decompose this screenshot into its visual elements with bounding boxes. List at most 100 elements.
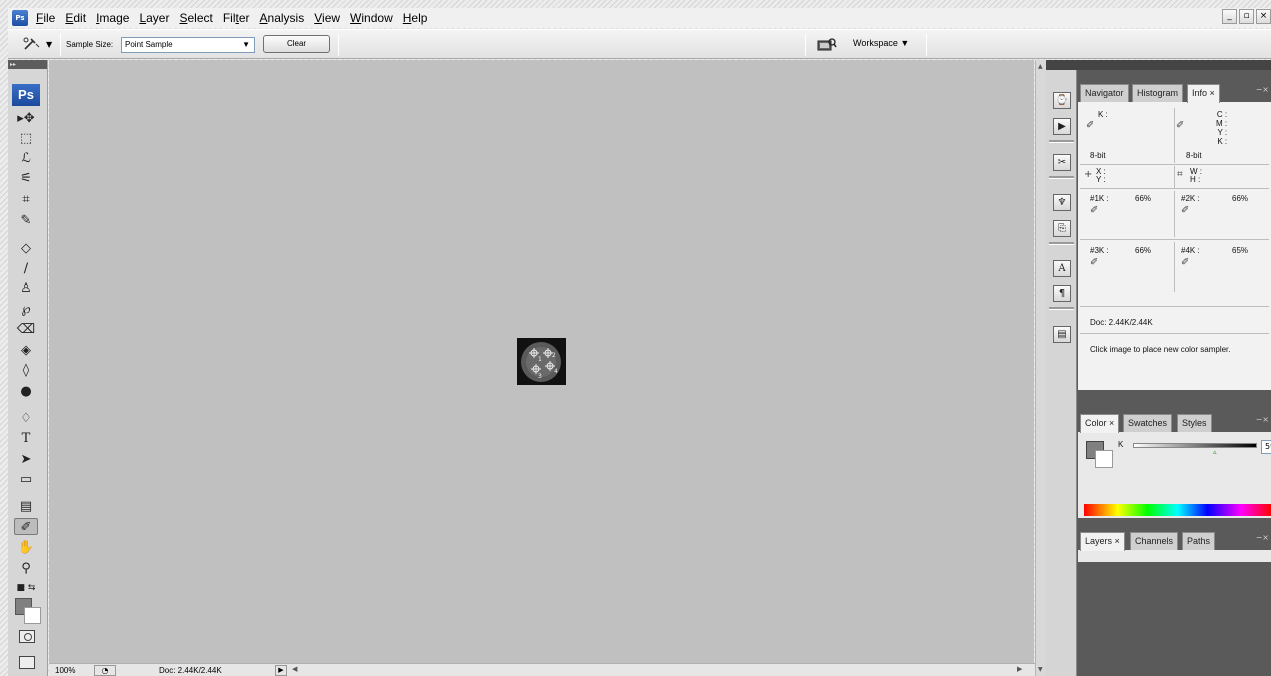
tool-presets-icon[interactable]: ✂ bbox=[1053, 154, 1071, 171]
crop-tool-icon[interactable]: ⌗ bbox=[14, 191, 38, 208]
dodge-tool-icon[interactable]: ● bbox=[14, 383, 38, 400]
status-info-icon[interactable]: ◔ bbox=[94, 665, 116, 676]
history-icon[interactable]: ⌚ bbox=[1053, 92, 1071, 109]
layer-comps-icon[interactable]: ▤ bbox=[1053, 326, 1071, 343]
restore-button[interactable]: ▫ bbox=[1239, 9, 1254, 24]
color-spectrum-bar[interactable] bbox=[1084, 504, 1271, 516]
marquee-tool-icon[interactable]: ⬚ bbox=[14, 130, 38, 147]
k-value-field[interactable]: 59 bbox=[1261, 440, 1271, 454]
hand-tool-icon[interactable]: ✋ bbox=[14, 539, 38, 556]
options-separator bbox=[805, 34, 806, 56]
workspace-icon[interactable] bbox=[817, 36, 837, 52]
character-icon[interactable]: A bbox=[1053, 260, 1071, 277]
workspace-menu-button[interactable]: Workspace ▼ bbox=[853, 38, 909, 48]
notes-tool-icon[interactable]: ▤ bbox=[14, 498, 38, 515]
blur-tool-icon[interactable]: ◊ bbox=[14, 362, 38, 379]
menu-window[interactable]: Window bbox=[346, 11, 399, 25]
tools-panel-header[interactable]: ▸▸ bbox=[8, 60, 47, 69]
tab-swatches[interactable]: Swatches bbox=[1123, 414, 1173, 432]
clear-button[interactable]: Clear bbox=[263, 35, 330, 53]
eraser-tool-icon[interactable]: ⌫ bbox=[14, 321, 38, 338]
type-tool-icon[interactable]: T bbox=[14, 430, 38, 447]
menu-file[interactable]: File bbox=[32, 11, 61, 25]
move-tool-icon[interactable]: ▸✥ bbox=[14, 110, 38, 127]
zoom-tool-icon[interactable]: ⚲ bbox=[14, 560, 38, 577]
vertical-scrollbar[interactable]: ▲ ▼ bbox=[1035, 60, 1046, 676]
color-background-swatch[interactable] bbox=[1095, 450, 1113, 468]
info-divider bbox=[1080, 306, 1269, 307]
menu-view[interactable]: View bbox=[310, 11, 346, 25]
panel-menu-icon[interactable]: −× bbox=[1256, 533, 1269, 542]
k-slider[interactable] bbox=[1133, 443, 1257, 448]
paint-bucket-tool-icon[interactable]: ◈ bbox=[14, 342, 38, 359]
tab-color[interactable]: Color × bbox=[1080, 414, 1120, 433]
color-sampler-tool-icon[interactable]: ✐ bbox=[14, 518, 38, 535]
eyedropper-icon: ✐ bbox=[1086, 120, 1095, 131]
slice-tool-icon[interactable]: ✎ bbox=[14, 212, 38, 229]
tab-navigator[interactable]: Navigator bbox=[1080, 84, 1129, 102]
svg-text:3: 3 bbox=[538, 373, 542, 380]
scroll-down-icon[interactable]: ▼ bbox=[1038, 666, 1043, 673]
panel-menu-icon[interactable]: −× bbox=[1256, 415, 1269, 424]
healing-brush-tool-icon[interactable]: ◇ bbox=[14, 240, 38, 257]
magic-wand-tool-icon[interactable]: ⚟ bbox=[14, 170, 38, 187]
info-wh-labels: W : H : bbox=[1190, 168, 1202, 184]
tool-preset-dropdown-icon[interactable]: ▼ bbox=[46, 40, 52, 49]
panel-menu-icon[interactable]: −× bbox=[1256, 85, 1269, 94]
lasso-tool-icon[interactable]: ℒ bbox=[14, 150, 38, 167]
clone-source-icon[interactable]: ⎘ bbox=[1053, 220, 1071, 237]
info-divider bbox=[1080, 333, 1269, 334]
info-h-label: H : bbox=[1190, 175, 1201, 184]
minimize-button[interactable]: _ bbox=[1222, 9, 1237, 24]
pen-tool-icon[interactable]: ♢ bbox=[14, 410, 38, 427]
k-slider-thumb[interactable]: ▵ bbox=[1213, 448, 1217, 456]
panel-dock: ⌚ ▶ ✂ ♆ ⎘ A ¶ ▤ Navigator Histogram Info… bbox=[1046, 60, 1271, 676]
scroll-up-icon[interactable]: ▲ bbox=[1038, 63, 1043, 70]
document-image[interactable]: 1 2 3 4 bbox=[517, 338, 566, 385]
tab-layers[interactable]: Layers × bbox=[1080, 532, 1125, 551]
path-selection-tool-icon[interactable]: ➤ bbox=[14, 451, 38, 468]
menu-select[interactable]: Select bbox=[175, 11, 218, 25]
scroll-left-icon[interactable]: ◀ bbox=[292, 665, 297, 673]
screen-mode-icon[interactable] bbox=[19, 656, 35, 669]
sample-size-select[interactable]: Point Sample ▼ bbox=[121, 37, 255, 53]
info-xy-labels: X : Y : bbox=[1096, 168, 1106, 184]
info-divider bbox=[1174, 108, 1175, 163]
tab-styles[interactable]: Styles bbox=[1177, 414, 1212, 432]
info-bit-depth: 8-bit bbox=[1090, 151, 1106, 160]
tab-histogram[interactable]: Histogram bbox=[1132, 84, 1184, 102]
status-menu-arrow-icon[interactable]: ▶ bbox=[275, 665, 287, 676]
zoom-level-field[interactable]: 100% bbox=[55, 666, 75, 675]
svg-text:4: 4 bbox=[554, 368, 558, 375]
scroll-right-icon[interactable]: ▶ bbox=[1017, 665, 1022, 673]
tab-info[interactable]: Info × bbox=[1187, 84, 1220, 103]
tab-paths[interactable]: Paths bbox=[1182, 532, 1216, 550]
info-divider bbox=[1080, 164, 1269, 165]
info-y-coord-label: Y : bbox=[1096, 175, 1106, 184]
menu-help[interactable]: Help bbox=[399, 11, 434, 25]
actions-icon[interactable]: ▶ bbox=[1053, 118, 1071, 135]
photoshop-logo[interactable]: Ps bbox=[12, 84, 40, 106]
menu-image[interactable]: Image bbox=[92, 11, 135, 25]
history-brush-tool-icon[interactable]: ℘ bbox=[14, 301, 38, 318]
tab-channels[interactable]: Channels bbox=[1130, 532, 1179, 550]
photoshop-app-icon[interactable]: Ps bbox=[12, 10, 28, 26]
sampler-4-value: 65% bbox=[1232, 246, 1249, 255]
close-button[interactable]: × bbox=[1256, 9, 1271, 24]
paragraph-icon[interactable]: ¶ bbox=[1053, 285, 1071, 302]
swap-colors-icon[interactable]: ■ ⇆ bbox=[14, 580, 38, 597]
brush-tool-icon[interactable]: ∕ bbox=[14, 260, 38, 277]
clone-stamp-tool-icon[interactable]: ♙ bbox=[14, 280, 38, 297]
info-divider bbox=[1174, 242, 1175, 292]
brushes-icon[interactable]: ♆ bbox=[1053, 194, 1071, 211]
menu-analysis[interactable]: Analysis bbox=[256, 11, 311, 25]
menu-layer[interactable]: Layer bbox=[135, 11, 175, 25]
background-color-swatch[interactable] bbox=[24, 607, 41, 624]
menu-bar: Ps File Edit Image Layer Select Filter A… bbox=[8, 8, 1271, 28]
dock-header[interactable] bbox=[1046, 60, 1271, 70]
color-sampler-preset-icon[interactable] bbox=[22, 36, 42, 56]
menu-edit[interactable]: Edit bbox=[61, 11, 92, 25]
menu-filter[interactable]: Filter bbox=[219, 11, 256, 25]
rectangle-tool-icon[interactable]: ▭ bbox=[14, 471, 38, 488]
quick-mask-icon[interactable] bbox=[19, 630, 35, 643]
